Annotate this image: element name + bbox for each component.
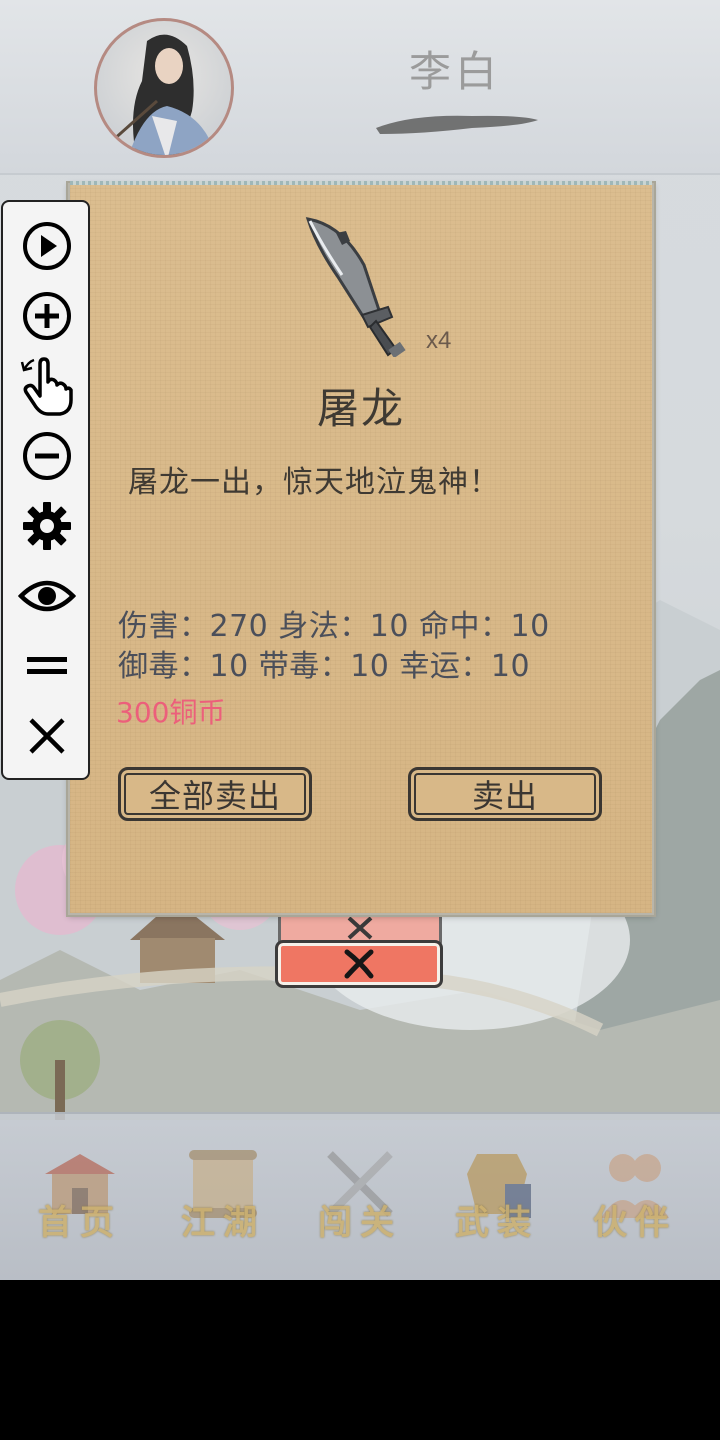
nav-label-armor: 武装: [455, 1203, 539, 1243]
eye-icon: [18, 580, 76, 612]
close-x-icon: [347, 916, 373, 940]
hero-avatar[interactable]: [94, 18, 234, 158]
ink-brush-stroke: [376, 115, 538, 134]
visibility-button[interactable]: [17, 566, 77, 626]
item-detail-dialog: x4 屠龙 屠龙一出，惊天地泣鬼神！ 伤害：270 身法：10 命中：10 御毒…: [68, 181, 654, 915]
close-icon: [29, 718, 65, 754]
nav-label-challenge: 闯关: [318, 1203, 402, 1243]
sell-all-button[interactable]: 全部卖出: [118, 767, 312, 821]
hero-name: 李白: [408, 47, 501, 96]
nav-item-companions[interactable]: 伙伴: [580, 1144, 690, 1254]
zoom-in-icon: [23, 292, 71, 340]
item-price: 300铜币: [116, 696, 226, 729]
close-x-icon: [344, 949, 374, 979]
zoom-out-icon: [23, 432, 71, 480]
close-button[interactable]: [275, 940, 443, 988]
drag-handle[interactable]: [17, 636, 77, 696]
nav-label-companions: 伙伴: [593, 1203, 677, 1243]
sell-button[interactable]: 卖出: [408, 767, 602, 821]
tap-gesture-button[interactable]: [17, 356, 77, 416]
gear-icon: [23, 502, 71, 550]
nav-label-jianghu: 江湖: [181, 1203, 265, 1243]
bottom-navigation: 首页 江湖 闯关 武装 伙伴: [0, 1112, 720, 1280]
nav-item-challenge[interactable]: 闯关: [305, 1144, 415, 1254]
settings-button[interactable]: [17, 496, 77, 556]
nav-label-home: 首页: [38, 1203, 122, 1243]
tap-gesture-icon: [20, 357, 73, 416]
item-name: 屠龙: [316, 384, 405, 433]
equals-icon: [27, 657, 67, 674]
zoom-out-button[interactable]: [17, 426, 77, 486]
dragon-sabre-icon: [305, 217, 406, 357]
play-icon: [23, 222, 71, 270]
item-stats-line: 御毒：10 带毒：10 幸运：10: [118, 649, 531, 684]
nav-item-jianghu[interactable]: 江湖: [168, 1144, 278, 1254]
nav-item-home[interactable]: 首页: [25, 1144, 135, 1254]
item-quantity: x4: [426, 327, 452, 354]
floating-tool-panel: [1, 200, 90, 780]
play-button[interactable]: [17, 216, 77, 276]
nav-item-armor[interactable]: 武装: [442, 1144, 552, 1254]
zoom-in-button[interactable]: [17, 286, 77, 346]
item-description: 屠龙一出，惊天地泣鬼神！: [128, 465, 500, 500]
item-stats-line: 伤害：270 身法：10 命中：10: [118, 609, 550, 644]
close-panel-button[interactable]: [17, 706, 77, 766]
